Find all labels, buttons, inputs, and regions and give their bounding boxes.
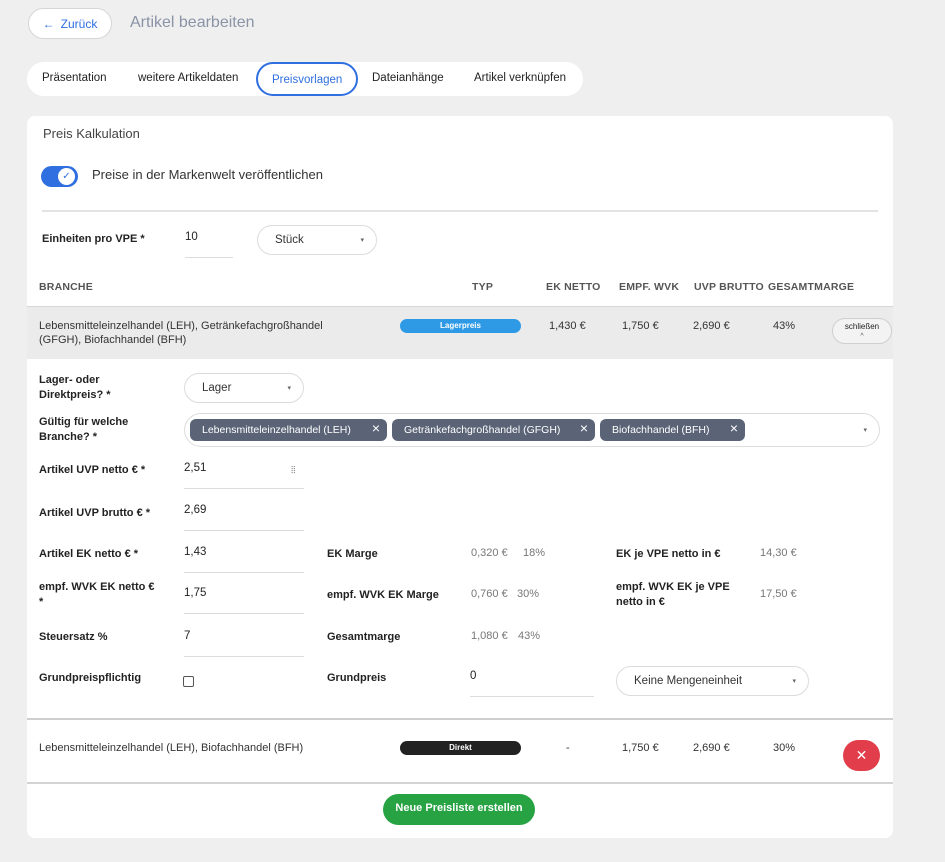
steuersatz-label: Steuersatz % — [39, 631, 108, 643]
tab-artikel-verknuepfen[interactable]: Artikel verknüpfen — [474, 62, 566, 96]
grundpreispflichtig-checkbox[interactable] — [183, 676, 194, 687]
card-title: Preis Kalkulation — [43, 126, 140, 141]
close-row-button[interactable]: schließen ^ — [832, 318, 892, 344]
chevron-down-icon: ▾ — [287, 385, 291, 392]
check-icon: ✓ — [58, 168, 75, 185]
price-type-value: Lager — [202, 382, 232, 394]
gesamtmarge-value: 1,080 € — [471, 630, 508, 642]
branch-tag: Biofachhandel (BFH) × — [600, 419, 745, 441]
grundpreis-label: Grundpreis — [327, 672, 387, 684]
ek-marge-label: EK Marge — [327, 548, 378, 560]
close-icon: ✕ — [855, 747, 868, 763]
row1-empf-wvk: 1,750 € — [622, 320, 659, 332]
wvk-ek-netto-input[interactable]: 1,75 — [184, 585, 304, 614]
th-ek-netto: EK NETTO — [546, 281, 601, 293]
close-icon[interactable]: × — [580, 420, 588, 436]
arrow-left-icon: ← — [42, 16, 55, 31]
mengeneinheit-value: Keine Mengeneinheit — [634, 675, 743, 687]
th-empf-wvk: EMPF. WVK — [619, 281, 680, 293]
uvp-netto-input[interactable]: 2,51 — [184, 460, 304, 489]
uvp-netto-label: Artikel UVP netto € * — [39, 464, 146, 476]
tab-preisvorlagen[interactable]: Preisvorlagen — [256, 62, 358, 96]
th-branche: BRANCHE — [39, 281, 93, 293]
chevron-down-icon: ▾ — [792, 678, 796, 685]
uvp-brutto-label: Artikel UVP brutto € * — [39, 507, 151, 519]
branch-tag: Lebensmitteleinzelhandel (LEH) × — [190, 419, 387, 441]
th-uvp-brutto: UVP BRUTTO — [694, 281, 764, 293]
th-gesamtmarge: GESAMTMARGE — [768, 281, 855, 293]
page-title: Artikel bearbeiten — [130, 14, 255, 31]
tab-weitere-artikeldaten[interactable]: weitere Artikeldaten — [138, 62, 238, 96]
ek-je-vpe-value: 14,30 € — [760, 547, 797, 559]
wvk-ek-je-vpe-value: 17,50 € — [760, 588, 797, 600]
chevron-down-icon: ▾ — [360, 237, 364, 244]
create-price-list-button[interactable]: Neue Preisliste erstellen — [383, 794, 535, 825]
branches-label: Gültig für welche Branche? * — [39, 416, 129, 443]
units-label: Einheiten pro VPE * — [42, 233, 145, 245]
publish-toggle-label: Preise in der Markenwelt veröffentlichen — [92, 167, 323, 182]
price-type-select[interactable]: Lager ▾ — [184, 373, 304, 403]
divider — [27, 782, 893, 784]
row2-empf-wvk: 1,750 € — [622, 742, 659, 754]
unit-select[interactable]: Stück ▾ — [257, 225, 377, 255]
back-button[interactable]: ← Zurück — [28, 8, 112, 39]
chevron-up-icon: ^ — [860, 333, 864, 340]
wvk-ek-je-vpe-label: empf. WVK EK je VPE netto in € — [616, 581, 730, 608]
tab-bar: Präsentation weitere Artikeldaten Preisv… — [27, 62, 583, 96]
close-icon[interactable]: × — [730, 420, 738, 436]
price-type-label: Lager- oder Direktpreis? * — [39, 374, 111, 401]
row2-gesamtmarge: 30% — [773, 742, 796, 754]
ek-marge-percent: 18% — [523, 547, 546, 559]
branch-tag: Getränkefachgroßhandel (GFGH) × — [392, 419, 595, 441]
row1-ek-netto: 1,430 € — [549, 320, 586, 332]
back-label: Zurück — [60, 16, 98, 31]
ek-marge-value: 0,320 € — [471, 547, 508, 559]
ek-je-vpe-label: EK je VPE netto in € — [616, 548, 721, 560]
wvk-ek-marge-value: 0,760 € — [471, 588, 508, 600]
ek-netto-label: Artikel EK netto € * — [39, 548, 139, 560]
tab-praesentation[interactable]: Präsentation — [42, 62, 107, 96]
row2-uvp-brutto: 2,690 € — [693, 742, 730, 754]
wvk-ek-marge-percent: 30% — [517, 588, 540, 600]
units-input[interactable]: 10 — [185, 229, 233, 258]
row1-gesamtmarge: 43% — [773, 320, 796, 332]
row2-branche: Lebensmitteleinzelhandel (LEH), Biofachh… — [39, 742, 304, 754]
close-icon[interactable]: × — [372, 420, 380, 436]
chevron-down-icon: ▾ — [863, 427, 867, 434]
calculator-icon[interactable]: ⦙⦙ — [291, 465, 295, 476]
row2-ek-netto: - — [566, 742, 570, 754]
grundpreis-input[interactable]: 0 — [470, 668, 594, 697]
gesamtmarge-label: Gesamtmarge — [327, 631, 401, 643]
gesamtmarge-percent: 43% — [518, 630, 541, 642]
mengeneinheit-select[interactable]: Keine Mengeneinheit ▾ — [616, 666, 809, 696]
type-badge: Lagerpreis — [400, 319, 521, 333]
row1-uvp-brutto: 2,690 € — [693, 320, 730, 332]
row1-branche: Lebensmitteleinzelhandel (LEH), Getränke… — [39, 320, 323, 346]
tab-dateianhaenge[interactable]: Dateianhänge — [372, 62, 444, 96]
wvk-ek-marge-label: empf. WVK EK Marge — [327, 589, 439, 601]
steuersatz-input[interactable]: 7 — [184, 628, 304, 657]
wvk-ek-netto-label: empf. WVK EK netto € * — [39, 581, 155, 608]
uvp-brutto-input[interactable]: 2,69 — [184, 502, 304, 531]
delete-row-button[interactable]: ✕ — [843, 740, 880, 771]
unit-select-value: Stück — [275, 234, 304, 246]
th-typ: TYP — [472, 281, 494, 293]
type-badge: Direkt — [400, 741, 521, 755]
grundpreispflichtig-label: Grundpreispflichtig — [39, 672, 142, 684]
ek-netto-input[interactable]: 1,43 — [184, 544, 304, 573]
divider — [27, 718, 893, 720]
divider — [42, 210, 878, 212]
price-card — [27, 116, 893, 838]
